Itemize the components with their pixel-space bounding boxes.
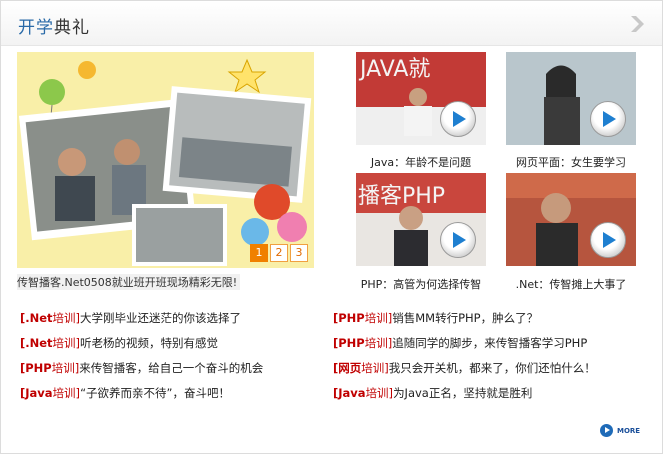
play-icon[interactable]: [440, 101, 476, 137]
news-text[interactable]: 追随同学的脚步，来传智播客学习PHP: [392, 336, 587, 350]
news-item[interactable]: [网页培训]我只会开关机，都来了，你们还怕什么！: [333, 360, 596, 376]
news-tag[interactable]: [Java培训]: [20, 386, 80, 400]
news-text[interactable]: 大学刚毕业还迷茫的你该选择了: [80, 311, 241, 325]
banner-image: [17, 52, 314, 268]
panel-title: 开学典礼: [18, 13, 90, 38]
news-tag[interactable]: [PHP培训]: [333, 336, 392, 350]
video-thumb-net[interactable]: [506, 173, 636, 266]
play-icon[interactable]: [440, 222, 476, 258]
screen-text: 播客PHP: [358, 184, 445, 209]
news-tag[interactable]: [PHP培训]: [333, 311, 392, 325]
news-text[interactable]: “子欲养而亲不待”，奋斗吧！: [80, 386, 230, 400]
video-caption-web[interactable]: 网页平面：女生要学习: [496, 154, 646, 170]
news-item[interactable]: [PHP培训]追随同学的脚步，来传智播客学习PHP: [333, 335, 587, 351]
video-thumb-java[interactable]: JAVA就: [356, 52, 486, 145]
screen-text: JAVA就: [358, 57, 430, 82]
more-link[interactable]: MORE: [600, 424, 640, 437]
banner-caption[interactable]: 传智播客.Net0508就业班开班现场精彩无限!: [17, 274, 241, 290]
play-icon[interactable]: [590, 222, 626, 258]
pager-button-2[interactable]: 2: [270, 244, 288, 262]
news-item[interactable]: [PHP培训]销售MM转行PHP，肿么了？: [333, 310, 538, 326]
news-text[interactable]: 来传智播客，给自己一个奋斗的机会: [79, 361, 263, 375]
title-part-2: 典礼: [54, 18, 90, 38]
news-tag[interactable]: [Java培训]: [333, 386, 393, 400]
pager-button-3[interactable]: 3: [290, 244, 308, 262]
news-tag[interactable]: [PHP培训]: [20, 361, 79, 375]
news-text[interactable]: 听老杨的视频，特别有感觉: [80, 336, 218, 350]
news-tag[interactable]: [.Net培训]: [20, 336, 80, 350]
banner-slideshow[interactable]: 1 2 3: [17, 52, 314, 268]
play-icon[interactable]: [590, 101, 626, 137]
video-caption-php[interactable]: PHP：高管为何选择传智: [346, 276, 496, 292]
video-thumb-php[interactable]: 播客PHP: [356, 173, 486, 266]
news-tag[interactable]: [.Net培训]: [20, 311, 80, 325]
more-label[interactable]: MORE: [617, 427, 640, 435]
video-caption-net[interactable]: .Net：传智摊上大事了: [496, 276, 646, 292]
news-tag[interactable]: [网页培训]: [333, 361, 389, 375]
play-circle-icon[interactable]: [600, 424, 613, 437]
title-part-1: 开学: [18, 18, 54, 38]
pager-button-1[interactable]: 1: [250, 244, 268, 262]
banner-pager: 1 2 3: [250, 244, 308, 262]
panel-header: 开学典礼: [1, 1, 662, 46]
news-item[interactable]: [Java培训]“子欲养而亲不待”，奋斗吧！: [20, 385, 230, 401]
news-item[interactable]: [Java培训]为Java正名，坚持就是胜利: [333, 385, 532, 401]
video-thumb-web[interactable]: [506, 52, 636, 145]
news-text[interactable]: 销售MM转行PHP，肿么了？: [392, 311, 538, 325]
video-caption-java[interactable]: Java：年龄不是问题: [346, 154, 496, 170]
news-item[interactable]: [.Net培训]大学刚毕业还迷茫的你该选择了: [20, 310, 241, 326]
news-item[interactable]: [PHP培训]来传智播客，给自己一个奋斗的机会: [20, 360, 263, 376]
chevron-right-icon[interactable]: [628, 15, 648, 33]
news-item[interactable]: [.Net培训]听老杨的视频，特别有感觉: [20, 335, 218, 351]
news-text[interactable]: 我只会开关机，都来了，你们还怕什么！: [389, 361, 596, 375]
news-text[interactable]: 为Java正名，坚持就是胜利: [393, 386, 532, 400]
